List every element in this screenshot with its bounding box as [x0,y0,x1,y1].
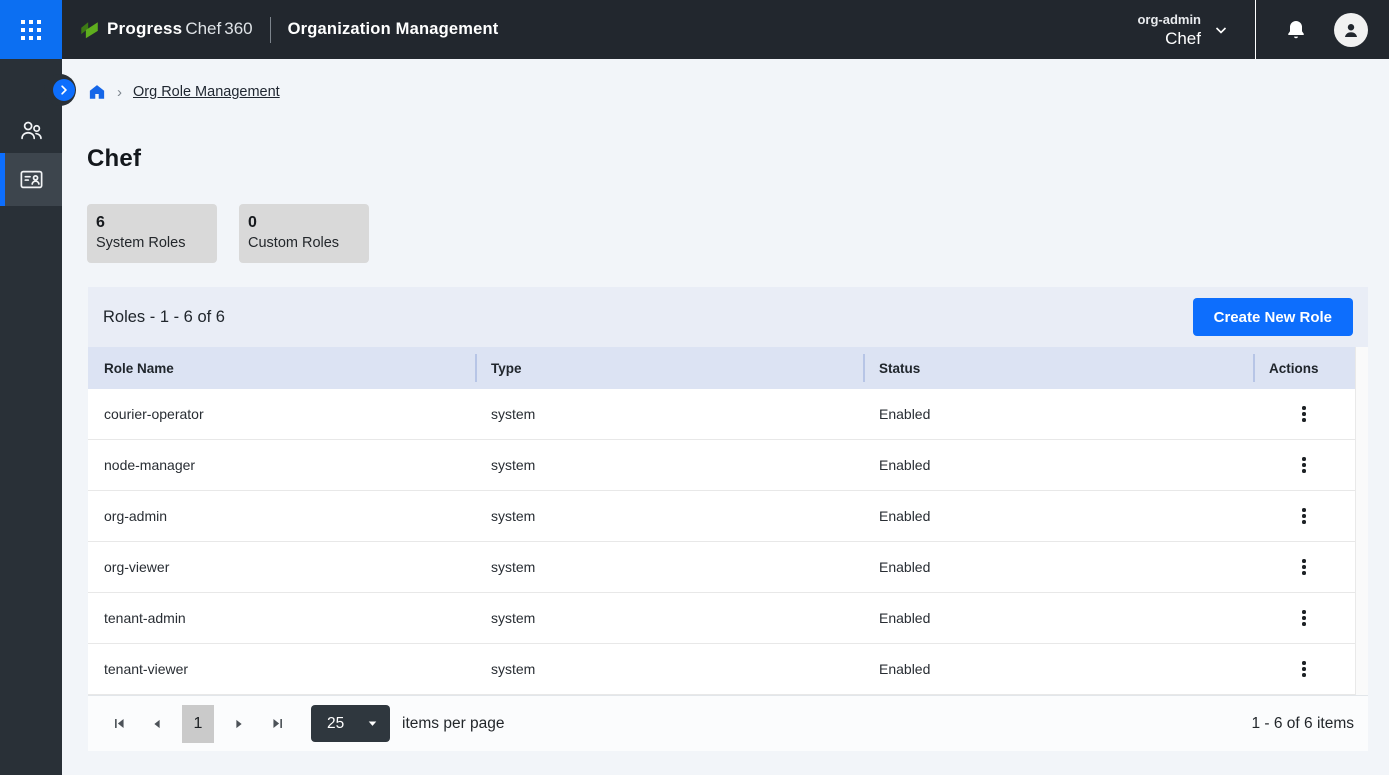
table-row: courier-operator system Enabled [88,389,1355,440]
custom-roles-label: Custom Roles [248,233,360,253]
pagination-summary: 1 - 6 of 6 items [1251,715,1354,733]
row-actions-menu-icon[interactable] [1290,502,1318,530]
bell-icon [1284,18,1308,42]
row-actions-menu-icon[interactable] [1290,400,1318,428]
app-grid-button[interactable] [0,0,62,59]
active-indicator [0,153,5,206]
breadcrumb: › Org Role Management [88,83,280,101]
roles-panel: Roles - 1 - 6 of 6 Create New Role Role … [88,287,1368,751]
row-actions-menu-icon[interactable] [1290,451,1318,479]
column-header-type[interactable]: Type [475,347,863,389]
avatar[interactable] [1334,13,1368,47]
users-icon [18,117,45,144]
next-page-icon [233,718,245,730]
last-page-button[interactable] [264,711,290,737]
cell-type: system [475,559,863,575]
header-vertical-divider [1255,0,1256,59]
person-icon [1340,19,1362,41]
row-actions-menu-icon[interactable] [1290,553,1318,581]
breadcrumb-link-org-role-management[interactable]: Org Role Management [133,84,280,100]
table-row: node-manager system Enabled [88,440,1355,491]
system-roles-label: System Roles [96,233,208,253]
system-roles-count: 6 [96,213,208,233]
sidebar [0,59,62,775]
cell-role-name: tenant-admin [88,610,475,626]
cell-role-name: courier-operator [88,406,475,422]
table-row: tenant-viewer system Enabled [88,644,1355,695]
roles-table: Role Name Type Status Actions courier-op… [88,347,1368,695]
brand-progress-text: Progress [107,19,182,39]
home-icon[interactable] [88,83,106,101]
chevron-right-icon [58,84,70,96]
cell-type: system [475,508,863,524]
previous-page-button[interactable] [144,711,170,737]
page-size-value: 25 [327,715,344,733]
page-title: Chef [87,145,141,173]
cell-type: system [475,661,863,677]
dropdown-caret-icon [367,718,378,729]
user-role-label: org-admin [1137,11,1201,28]
stat-cards: 6 System Roles 0 Custom Roles [87,204,369,263]
brand-logo: Progress Chef 360 [79,19,253,41]
first-page-icon [113,717,126,730]
page-size-dropdown[interactable]: 25 [311,705,390,742]
cell-role-name: org-admin [88,508,475,524]
table-header-row: Role Name Type Status Actions [88,347,1355,389]
roles-panel-header: Roles - 1 - 6 of 6 Create New Role [88,287,1368,347]
column-header-actions: Actions [1253,347,1355,389]
brand-360-text: 360 [224,19,252,39]
progress-logo-icon [79,19,101,41]
pagination-bar: 1 25 items per page 1 - 6 of 6 items [88,695,1368,751]
cell-status: Enabled [863,508,1253,524]
app-grid-icon [21,20,41,40]
cell-role-name: org-viewer [88,559,475,575]
table-row: org-admin system Enabled [88,491,1355,542]
cell-status: Enabled [863,406,1253,422]
roles-panel-title: Roles - 1 - 6 of 6 [103,308,225,327]
column-header-status[interactable]: Status [863,347,1253,389]
chevron-down-icon[interactable] [1213,22,1229,38]
app-title: Organization Management [288,20,499,39]
user-org-label: Chef [1137,28,1201,49]
cell-status: Enabled [863,661,1253,677]
previous-page-icon [151,718,163,730]
custom-roles-count: 0 [248,213,360,233]
cell-type: system [475,457,863,473]
cell-status: Enabled [863,610,1253,626]
sidebar-item-users[interactable] [0,107,62,153]
main-content: › Org Role Management Chef 6 System Role… [62,59,1389,775]
system-roles-card[interactable]: 6 System Roles [87,204,217,263]
row-actions-menu-icon[interactable] [1290,655,1318,683]
create-new-role-button[interactable]: Create New Role [1193,298,1353,336]
cell-status: Enabled [863,457,1253,473]
cell-role-name: node-manager [88,457,475,473]
custom-roles-card[interactable]: 0 Custom Roles [239,204,369,263]
table-scrollbar[interactable] [1355,347,1368,695]
cell-role-name: tenant-viewer [88,661,475,677]
brand-chef-text: Chef [185,19,221,39]
last-page-icon [271,717,284,730]
items-per-page-label: items per page [402,715,505,733]
sidebar-expand-button[interactable] [53,79,75,101]
table-row: tenant-admin system Enabled [88,593,1355,644]
cell-status: Enabled [863,559,1253,575]
notifications-button[interactable] [1284,18,1308,42]
sidebar-item-org-roles[interactable] [0,153,62,206]
id-badge-icon [18,166,45,193]
first-page-button[interactable] [106,711,132,737]
row-actions-menu-icon[interactable] [1290,604,1318,632]
user-menu[interactable]: org-admin Chef [1137,11,1201,49]
cell-type: system [475,610,863,626]
current-page-button[interactable]: 1 [182,705,214,743]
column-header-role-name[interactable]: Role Name [88,347,475,389]
next-page-button[interactable] [226,711,252,737]
breadcrumb-separator-icon: › [117,84,122,101]
table-row: org-viewer system Enabled [88,542,1355,593]
top-header: Progress Chef 360 Organization Managemen… [0,0,1389,59]
header-divider [270,17,271,43]
cell-type: system [475,406,863,422]
